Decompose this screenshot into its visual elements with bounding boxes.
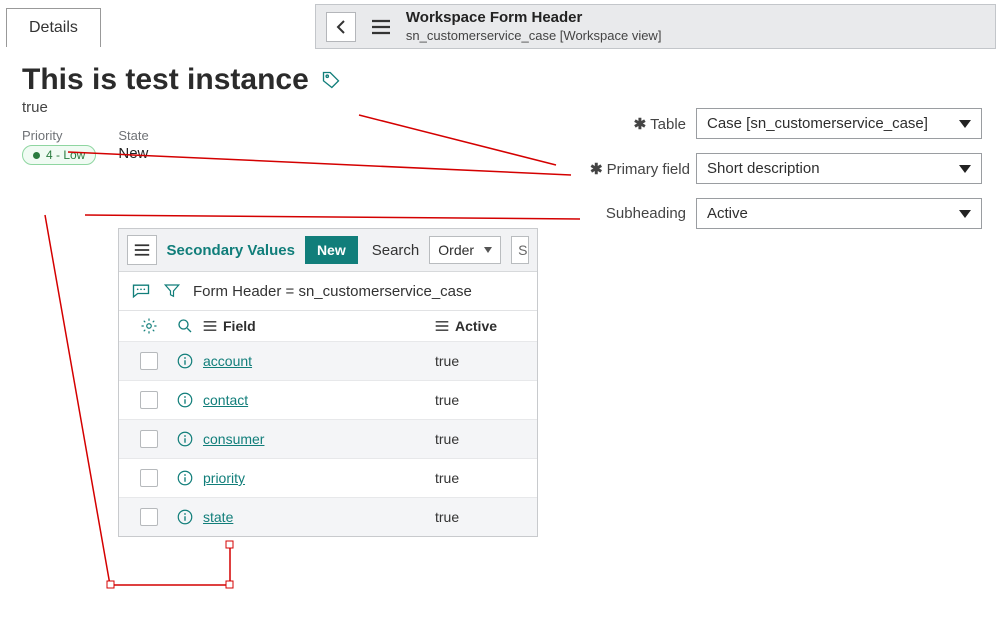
select-primary-field[interactable]: Short description <box>696 153 982 184</box>
sv-title: Secondary Values <box>167 242 295 259</box>
list-icon <box>203 320 217 332</box>
config-primary-label: ✱Primary field <box>590 160 686 178</box>
state-label: State <box>118 128 148 143</box>
field-link[interactable]: contact <box>203 392 248 408</box>
active-value: true <box>435 509 459 525</box>
col-active-header[interactable]: Active <box>435 318 525 334</box>
caret-down-icon <box>959 120 971 128</box>
field-link[interactable]: state <box>203 509 233 525</box>
page-title-wrap: This is test instance <box>22 63 982 97</box>
caret-down-icon <box>959 210 971 218</box>
row-checkbox[interactable] <box>140 391 158 409</box>
priority-label: Priority <box>22 128 96 143</box>
select-primary-value: Short description <box>707 160 820 177</box>
sv-search-label: Search <box>372 242 420 259</box>
table-row: contact true <box>119 380 537 419</box>
info-icon[interactable] <box>176 508 194 526</box>
chevron-left-icon <box>335 20 347 34</box>
info-icon[interactable] <box>176 469 194 487</box>
info-icon[interactable] <box>176 430 194 448</box>
header-bar: Workspace Form Header sn_customerservice… <box>315 4 996 49</box>
search-icon[interactable] <box>176 317 194 335</box>
row-checkbox[interactable] <box>140 508 158 526</box>
tab-details-label: Details <box>29 19 78 36</box>
status-dot-icon <box>33 152 40 159</box>
sv-order-value: Order <box>438 242 474 258</box>
table-row: consumer true <box>119 419 537 458</box>
caret-down-icon <box>959 165 971 173</box>
filter-icon[interactable] <box>163 282 181 300</box>
tag-icon[interactable] <box>321 70 341 90</box>
sv-rows: accounttruecontacttrueconsumertruepriori… <box>119 341 537 536</box>
table-row: account true <box>119 341 537 380</box>
priority-value: 4 - Low <box>46 148 85 162</box>
meta-priority: Priority 4 - Low <box>22 128 96 165</box>
menu-icon <box>371 19 391 35</box>
table-row: state true <box>119 497 537 536</box>
row-checkbox[interactable] <box>140 430 158 448</box>
sv-order-select[interactable]: Order <box>429 236 501 264</box>
sv-filter-row: Form Header = sn_customerservice_case <box>119 272 537 310</box>
config-table-label: ✱Table <box>590 115 686 133</box>
sv-menu-button[interactable] <box>127 235 157 265</box>
row-checkbox[interactable] <box>140 469 158 487</box>
select-sub-value: Active <box>707 205 748 222</box>
header-title: Workspace Form Header <box>406 9 662 28</box>
select-table[interactable]: Case [sn_customerservice_case] <box>696 108 982 139</box>
active-value: true <box>435 470 459 486</box>
header-titles: Workspace Form Header sn_customerservice… <box>406 9 662 44</box>
tab-details[interactable]: Details <box>6 8 101 47</box>
back-button[interactable] <box>326 12 356 42</box>
th-field: Field <box>223 318 256 334</box>
field-link[interactable]: priority <box>203 470 245 486</box>
menu-button[interactable] <box>366 12 396 42</box>
row-checkbox[interactable] <box>140 352 158 370</box>
sv-search-input[interactable]: S <box>511 236 529 264</box>
menu-icon <box>134 243 150 257</box>
secondary-values-panel: Secondary Values New Search Order S Form… <box>118 228 538 537</box>
config-row-primary: ✱Primary field Short description <box>590 153 982 184</box>
th-active: Active <box>455 318 497 334</box>
priority-pill: 4 - Low <box>22 145 96 165</box>
config-table-label-text: Table <box>650 116 686 133</box>
field-link[interactable]: consumer <box>203 431 264 447</box>
config-panel: ✱Table Case [sn_customerservice_case] ✱P… <box>590 108 982 229</box>
sv-head: Field Active <box>119 310 537 341</box>
config-row-subheading: Subheading Active <box>590 198 982 229</box>
sv-filter-text: Form Header = sn_customerservice_case <box>193 283 472 300</box>
field-link[interactable]: account <box>203 353 252 369</box>
info-icon[interactable] <box>176 391 194 409</box>
config-primary-label-text: Primary field <box>607 161 690 178</box>
page-title: This is test instance <box>22 63 309 97</box>
table-row: priority true <box>119 458 537 497</box>
caret-down-icon <box>484 247 492 253</box>
active-value: true <box>435 353 459 369</box>
select-table-value: Case [sn_customerservice_case] <box>707 115 928 132</box>
col-field-header[interactable]: Field <box>203 318 435 334</box>
sv-toolbar: Secondary Values New Search Order S <box>119 229 537 272</box>
list-icon <box>435 320 449 332</box>
state-value: New <box>118 145 148 162</box>
new-button[interactable]: New <box>305 236 358 264</box>
config-row-table: ✱Table Case [sn_customerservice_case] <box>590 108 982 139</box>
chat-icon[interactable] <box>131 282 151 300</box>
select-subheading[interactable]: Active <box>696 198 982 229</box>
info-icon[interactable] <box>176 352 194 370</box>
config-sub-label: Subheading <box>590 205 686 222</box>
header-subtitle: sn_customerservice_case [Workspace view] <box>406 28 662 44</box>
meta-state: State New <box>118 128 148 165</box>
active-value: true <box>435 431 459 447</box>
active-value: true <box>435 392 459 408</box>
gear-icon[interactable] <box>140 317 158 335</box>
